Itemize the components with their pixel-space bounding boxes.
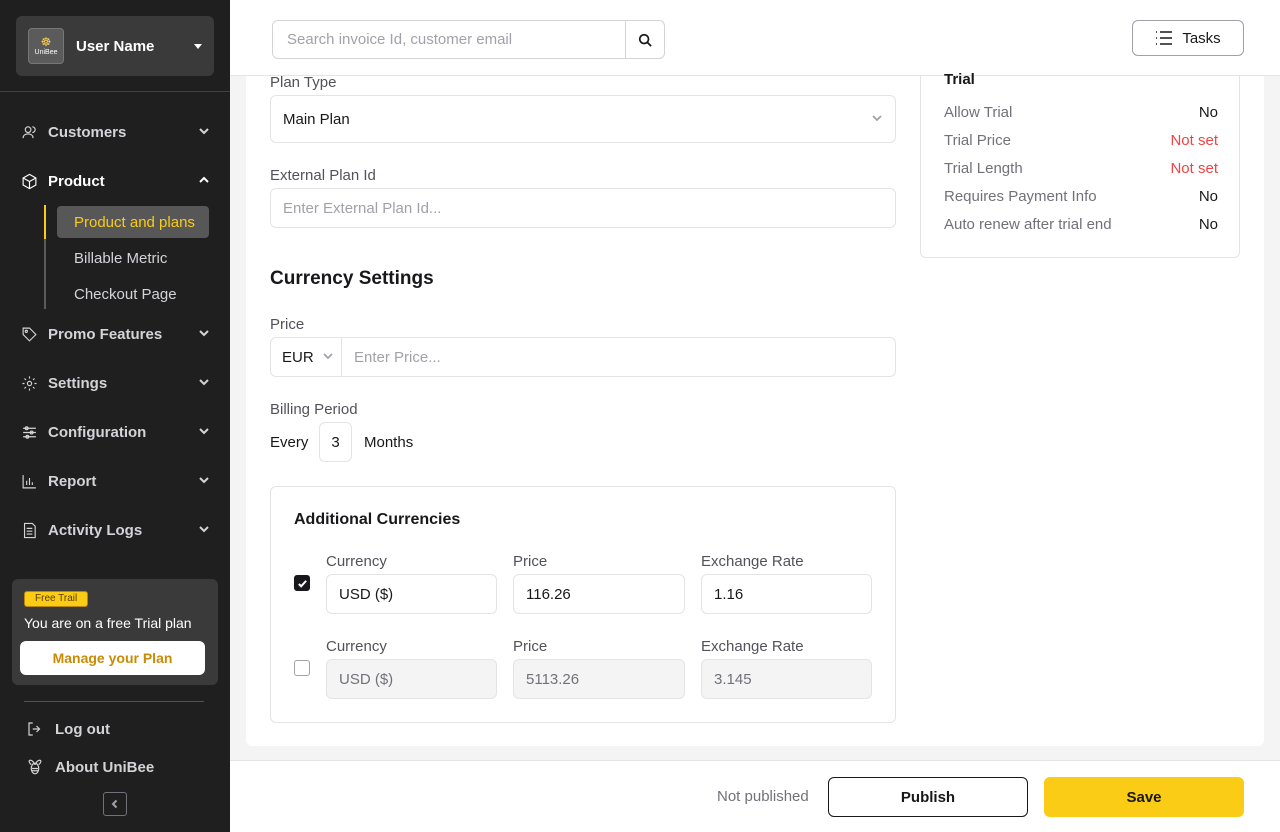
nav-customers[interactable]: Customers: [20, 120, 210, 144]
sidebar-divider-bottom: [24, 701, 204, 702]
nav-settings[interactable]: Settings: [20, 371, 210, 395]
list-icon: [1156, 31, 1173, 45]
about-unibee-link[interactable]: About UniBee: [26, 758, 154, 776]
chevron-up-icon[interactable]: [198, 173, 210, 190]
additional-currencies-title: Additional Currencies: [294, 511, 461, 528]
tag-icon: [20, 325, 38, 343]
chevron-down-icon[interactable]: [198, 124, 210, 141]
chevron-down-icon[interactable]: [198, 473, 210, 490]
box-icon: [20, 172, 38, 190]
trial-title: Trial: [944, 71, 975, 88]
chevron-down-icon[interactable]: [198, 424, 210, 441]
manage-plan-button[interactable]: Manage your Plan: [20, 641, 205, 675]
price-label: Price: [270, 316, 305, 333]
plan-type-select[interactable]: Main Plan: [270, 95, 896, 143]
chevron-down-icon[interactable]: [198, 326, 210, 343]
trial-row-trial-price: Trial Price Not set: [944, 132, 1218, 149]
publish-button[interactable]: Publish: [828, 777, 1028, 817]
plan-type-label: Plan Type: [270, 74, 337, 91]
trial-row-requires-payment: Requires Payment Info No: [944, 188, 1218, 205]
sub-item-product-and-plans[interactable]: Product and plans: [57, 206, 209, 238]
form-footer: Not published Publish Save: [230, 760, 1280, 832]
currency-row-2-rate-label: Exchange Rate: [701, 638, 804, 655]
trial-row-auto-renew: Auto renew after trial end No: [944, 216, 1218, 233]
bee-icon: ☸: [40, 34, 52, 49]
check-icon: [297, 579, 307, 588]
submenu-line: [44, 205, 46, 309]
free-trial-badge: Free Trail: [24, 591, 89, 607]
currency-row-2-checkbox[interactable]: [294, 660, 310, 676]
price-currency-select[interactable]: EUR: [271, 338, 342, 376]
billing-period-count-input[interactable]: 3: [319, 422, 352, 462]
nav-product[interactable]: Product: [20, 169, 210, 193]
currency-settings-title: Currency Settings: [270, 268, 434, 289]
period-unit: Months: [364, 434, 414, 451]
currency-row-1-currency-label: Currency: [326, 553, 387, 570]
publish-status: Not published: [717, 788, 809, 805]
nav-configuration[interactable]: Configuration: [20, 420, 210, 444]
search-bar: [272, 20, 665, 59]
nav-activity-logs[interactable]: Activity Logs: [20, 518, 210, 542]
sliders-icon: [20, 423, 38, 441]
user-menu[interactable]: ☸ UniBee User Name: [16, 16, 214, 76]
currency-row-1-currency-input[interactable]: [326, 574, 497, 614]
currency-row-1-price-label: Price: [513, 553, 548, 570]
chevron-down-icon[interactable]: [198, 375, 210, 392]
currency-row-1-rate-input[interactable]: [701, 574, 872, 614]
bar-chart-icon: [20, 472, 38, 490]
free-trial-card: Free Trail You are on a free Trial plan …: [12, 579, 218, 685]
unibee-logo: ☸ UniBee: [28, 28, 64, 64]
top-header: Tasks: [230, 0, 1280, 76]
logout-icon: [28, 722, 41, 736]
search-button[interactable]: [625, 21, 664, 58]
bee-icon: [28, 759, 42, 775]
currency-row-1-checkbox[interactable]: [294, 575, 310, 591]
nav-report[interactable]: Report: [20, 469, 210, 493]
chevron-down-icon: [871, 111, 883, 128]
external-plan-id-input[interactable]: [270, 188, 896, 228]
price-field: EUR: [270, 337, 896, 377]
price-input[interactable]: [342, 348, 895, 366]
currency-row-2-price-input: [513, 659, 685, 699]
chevron-down-icon: [322, 349, 334, 366]
billing-period-label: Billing Period: [270, 401, 358, 418]
save-button[interactable]: Save: [1044, 777, 1244, 817]
caret-down-icon[interactable]: [194, 43, 202, 49]
gear-icon: [20, 374, 38, 392]
sub-item-billable-metric[interactable]: Billable Metric: [57, 242, 209, 274]
nav-promo-features[interactable]: Promo Features: [20, 322, 210, 346]
currency-row-2-currency-label: Currency: [326, 638, 387, 655]
collapse-sidebar-button[interactable]: [103, 792, 127, 816]
logout-button[interactable]: Log out: [26, 720, 110, 738]
sub-item-checkout-page[interactable]: Checkout Page: [57, 278, 209, 310]
currency-row-1-price-input[interactable]: [513, 574, 685, 614]
external-plan-id-label: External Plan Id: [270, 167, 376, 184]
currency-row-2-currency-input: [326, 659, 497, 699]
tasks-button[interactable]: Tasks: [1132, 20, 1244, 56]
sidebar: ☸ UniBee User Name Customers Product Pro…: [0, 0, 230, 832]
currency-row-2-price-label: Price: [513, 638, 548, 655]
file-list-icon: [20, 521, 38, 539]
users-icon: [20, 123, 38, 141]
chevron-left-icon: [111, 799, 118, 809]
free-trial-text: You are on a free Trial plan: [24, 615, 192, 631]
currency-row-1-rate-label: Exchange Rate: [701, 553, 804, 570]
search-icon: [638, 33, 652, 47]
trial-row-trial-length: Trial Length Not set: [944, 160, 1218, 177]
chevron-down-icon[interactable]: [198, 522, 210, 539]
user-name: User Name: [76, 37, 155, 55]
every-label: Every: [270, 434, 309, 451]
search-input[interactable]: [273, 21, 625, 58]
currency-row-2-rate-input: [701, 659, 872, 699]
sidebar-divider: [0, 91, 230, 92]
trial-row-allow-trial: Allow Trial No: [944, 104, 1218, 121]
